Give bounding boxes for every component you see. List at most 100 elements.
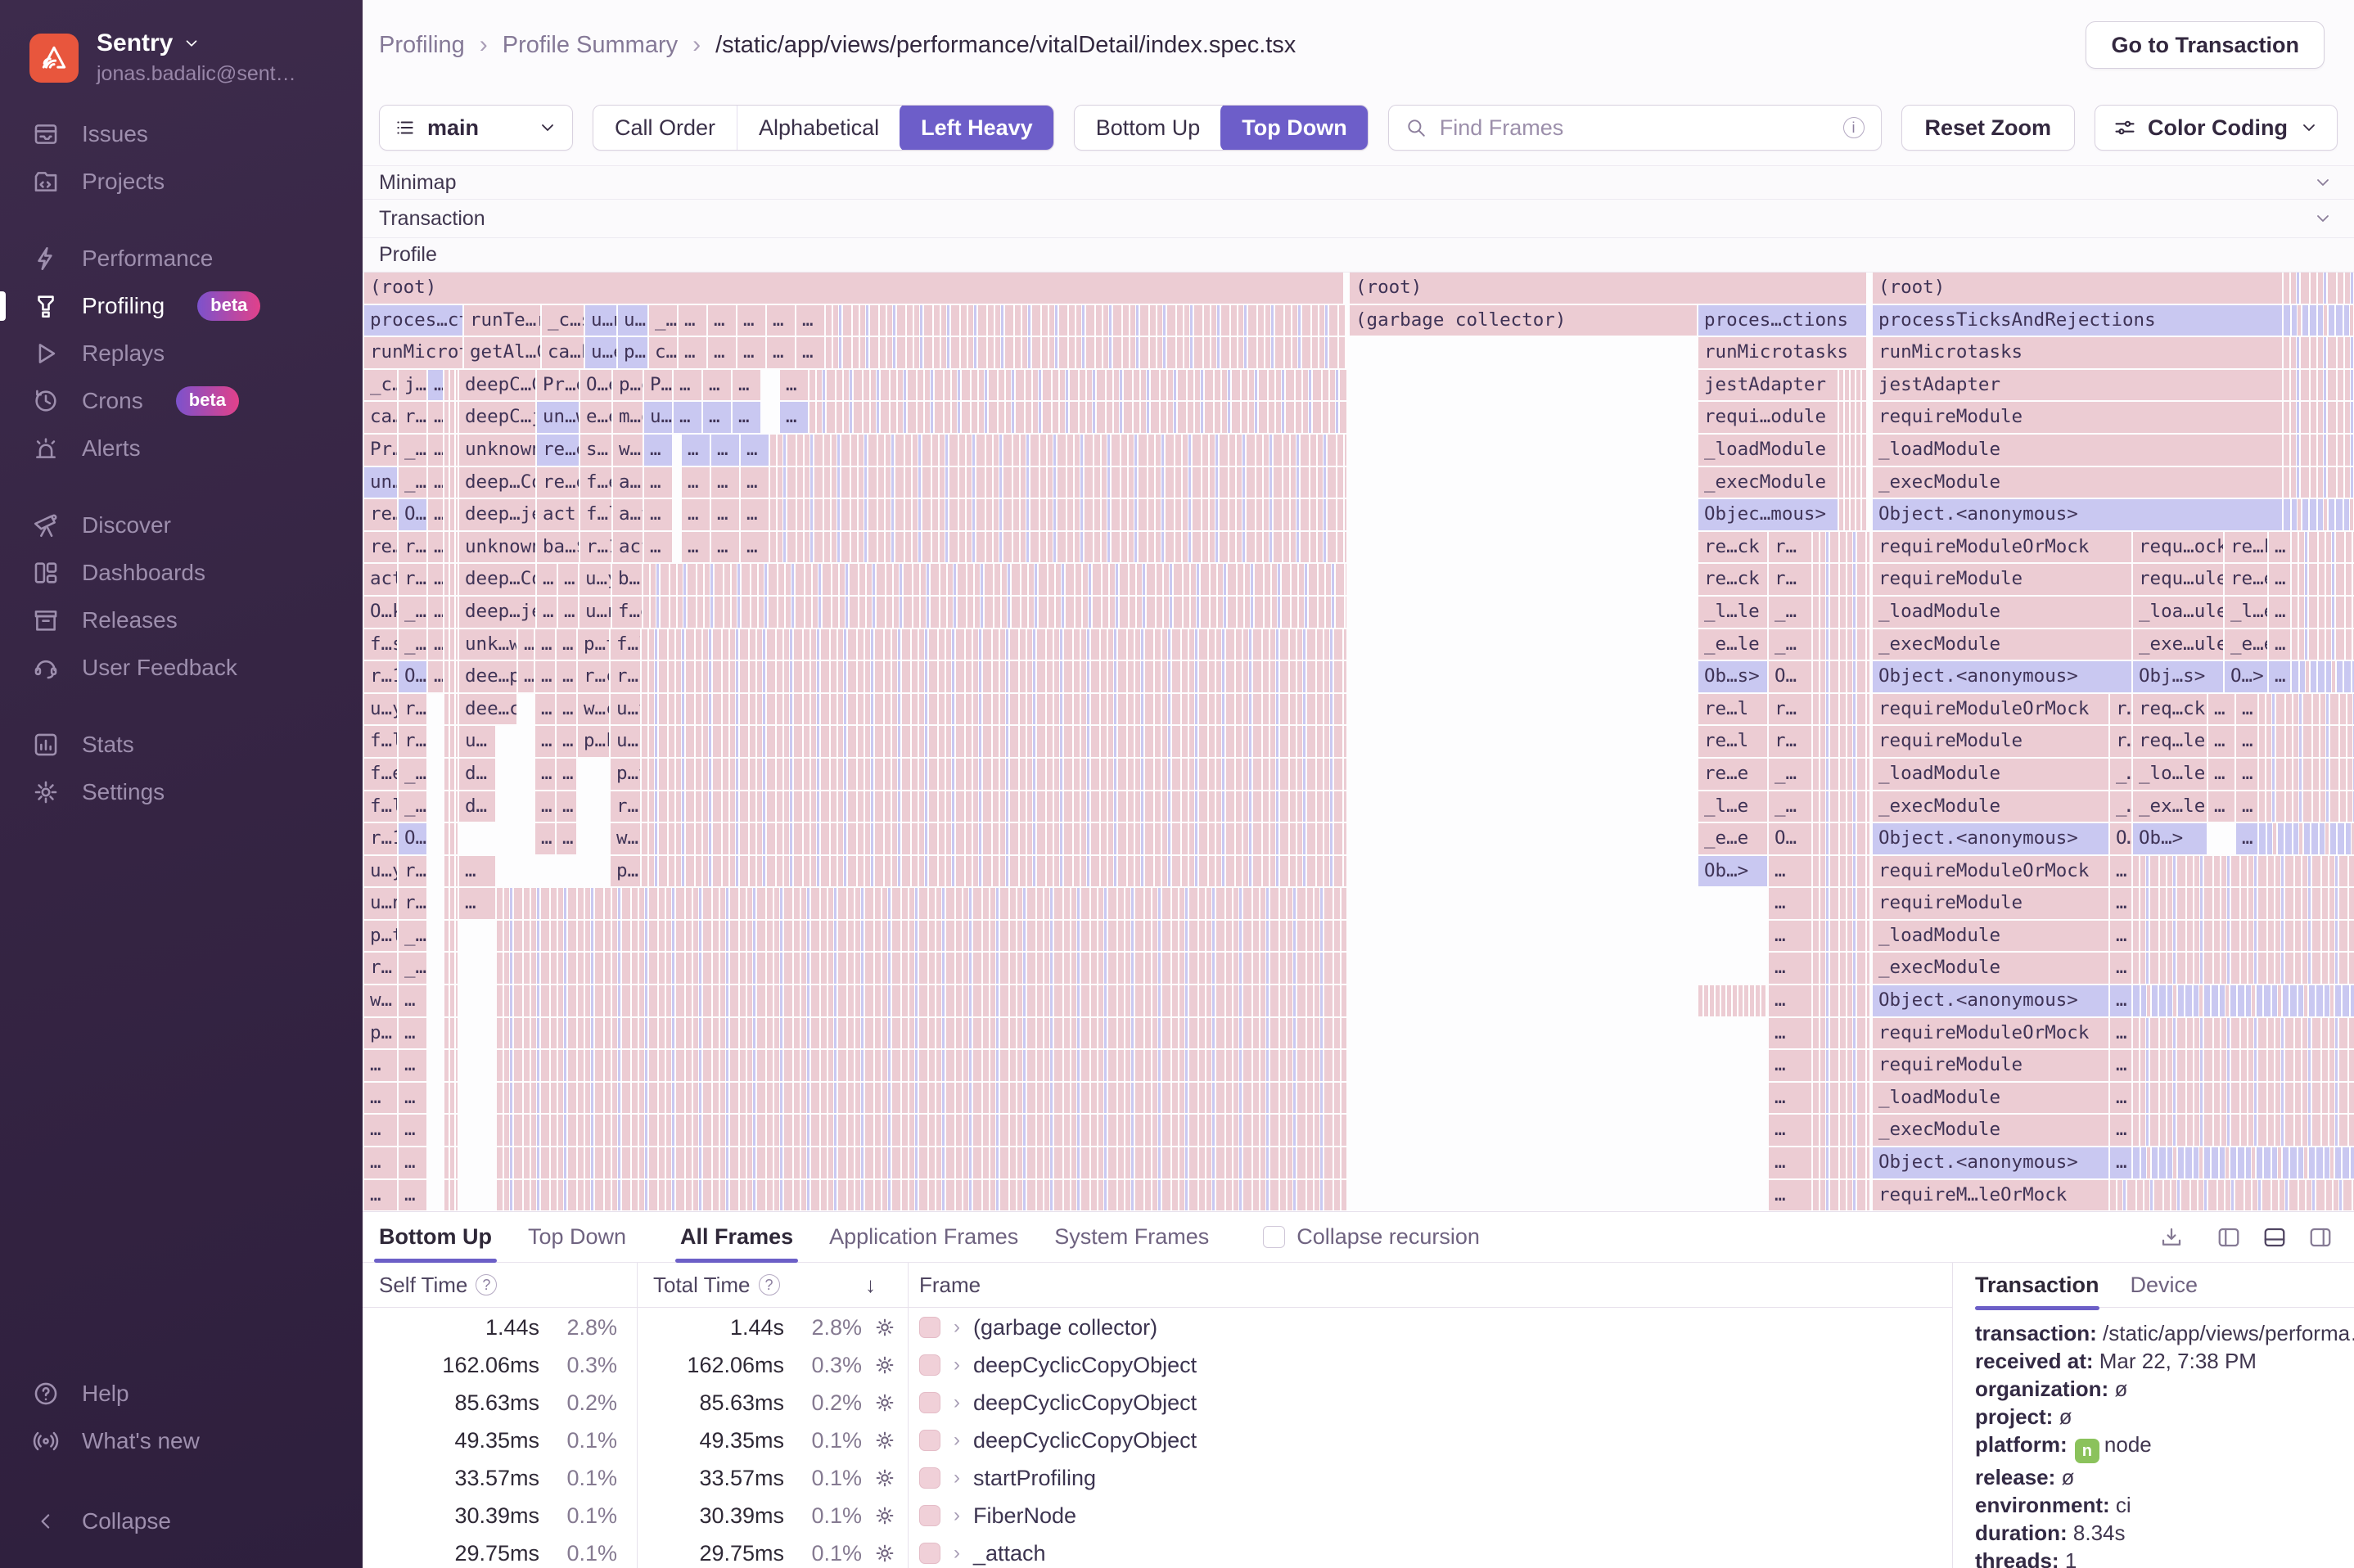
flame-frame[interactable]: u…n <box>611 726 640 757</box>
flame-frame[interactable]: r…c <box>578 661 609 692</box>
flame-frame[interactable]: w… <box>364 985 397 1016</box>
flame-frame[interactable]: _execModule <box>1873 466 2282 498</box>
flame-frame[interactable] <box>809 369 1346 401</box>
flame-frame[interactable]: … <box>1769 920 1811 952</box>
flame-frame[interactable]: dee…ct <box>459 693 516 725</box>
flame-frame[interactable]: unknown <box>459 434 535 466</box>
flame-frame[interactable] <box>1813 1050 1869 1081</box>
sort-arrow-icon[interactable]: ↓ <box>865 1263 898 1308</box>
flame-frame[interactable]: re…k <box>2225 531 2267 563</box>
flame-frame[interactable] <box>770 531 1346 563</box>
flame-frame[interactable]: … <box>2110 888 2131 919</box>
flame-frame[interactable] <box>1813 693 1869 725</box>
flame-frame[interactable]: p…t <box>578 629 609 660</box>
gear-icon[interactable] <box>873 1429 896 1452</box>
flame-frame[interactable]: f…s <box>364 629 397 660</box>
flame-frame[interactable]: act <box>537 499 579 530</box>
flame-frame[interactable]: … <box>767 304 795 336</box>
collapse-recursion-checkbox[interactable] <box>1263 1226 1286 1248</box>
flame-frame[interactable]: … <box>737 304 765 336</box>
sidebar-item-crons[interactable]: Crons beta <box>0 377 363 425</box>
flame-frame[interactable]: r… <box>2110 726 2131 757</box>
sidebar-item-replays[interactable]: Replays <box>0 330 363 377</box>
flame-frame[interactable]: … <box>537 596 557 628</box>
flame-frame[interactable] <box>444 693 458 725</box>
flame-frame[interactable]: … <box>2269 596 2290 628</box>
flame-frame[interactable] <box>1813 823 1869 854</box>
flame-frame[interactable] <box>497 1082 1346 1114</box>
flame-frame[interactable]: … <box>399 1179 426 1211</box>
flame-frame[interactable] <box>642 661 1346 692</box>
flame-frame[interactable]: _execModule <box>1873 629 2131 660</box>
flame-frame[interactable]: O… <box>2110 823 2131 854</box>
flame-frame[interactable]: e…e <box>580 402 611 433</box>
flame-frame[interactable] <box>444 791 458 822</box>
flame-frame[interactable]: r… <box>399 855 426 887</box>
flame-frame[interactable]: _… <box>2110 791 2131 822</box>
flame-frame[interactable] <box>1813 888 1869 919</box>
flame-frame[interactable]: p…t <box>611 758 640 790</box>
flame-frame[interactable] <box>2292 661 2354 692</box>
flame-frame[interactable]: … <box>780 402 808 433</box>
flame-frame[interactable]: un…n <box>364 466 397 498</box>
flame-frame[interactable]: ca…n <box>364 402 397 433</box>
flame-frame[interactable]: _… <box>649 304 677 336</box>
flame-frame[interactable]: act <box>613 531 643 563</box>
expand-chevron-icon[interactable]: › <box>954 1542 960 1565</box>
flame-frame[interactable] <box>642 629 1346 660</box>
flame-frame[interactable] <box>444 1179 458 1211</box>
flame-frame[interactable]: r… <box>1769 726 1811 757</box>
flame-frame[interactable]: … <box>2110 920 2131 952</box>
flame-frame[interactable] <box>2133 1082 2354 1114</box>
flame-frame[interactable]: … <box>459 888 495 919</box>
flame-frame[interactable] <box>642 693 1346 725</box>
flame-frame[interactable] <box>497 1050 1346 1081</box>
flame-frame[interactable]: … <box>1769 1017 1811 1049</box>
flame-frame[interactable]: … <box>399 1050 426 1081</box>
breadcrumb-profiling[interactable]: Profiling <box>379 32 465 59</box>
flame-frame[interactable] <box>2133 888 2354 919</box>
flame-frame[interactable]: … <box>2110 1115 2131 1147</box>
flame-frame[interactable] <box>2284 499 2354 530</box>
sidebar-item-releases[interactable]: Releases <box>0 597 363 644</box>
flame-frame[interactable] <box>444 402 458 433</box>
flame-frame[interactable] <box>2133 1147 2354 1178</box>
flame-frame[interactable]: P… <box>644 369 672 401</box>
flame-frame[interactable]: Pr…d <box>364 434 397 466</box>
expand-chevron-icon[interactable]: › <box>954 1429 960 1452</box>
flame-frame[interactable]: … <box>2269 564 2290 595</box>
flame-frame[interactable]: requireModuleOrMock <box>1873 693 2108 725</box>
flame-frame[interactable]: (root) <box>1350 273 1866 304</box>
flame-frame[interactable]: Objec…mous> <box>1698 499 1838 530</box>
flame-frame[interactable]: _l…e <box>1698 791 1767 822</box>
flame-frame[interactable] <box>2133 855 2354 887</box>
flamegraph[interactable]: (root)proces…ctionsrunTe…rnal_c…stu…nu…n… <box>363 273 2354 1211</box>
flame-frame[interactable] <box>2133 1017 2354 1049</box>
sidebar-item-user-feedback[interactable]: User Feedback <box>0 644 363 692</box>
flame-frame[interactable]: … <box>557 791 576 822</box>
flame-frame[interactable] <box>1813 1082 1869 1114</box>
flame-frame[interactable] <box>642 855 1346 887</box>
flame-frame[interactable] <box>444 629 458 660</box>
flame-frame[interactable] <box>1813 791 1869 822</box>
flame-frame[interactable] <box>1813 1017 1869 1049</box>
flame-frame[interactable] <box>497 1115 1346 1147</box>
flame-frame[interactable]: u…y <box>611 693 640 725</box>
search-input[interactable] <box>1439 115 1822 141</box>
flame-frame[interactable]: _exe…ule <box>2133 629 2223 660</box>
collapse-recursion-toggle[interactable]: Collapse recursion <box>1263 1224 1480 1250</box>
info-icon[interactable]: i <box>1842 117 1865 138</box>
flame-frame[interactable] <box>642 791 1346 822</box>
gear-icon[interactable] <box>873 1354 896 1377</box>
flame-frame[interactable]: … <box>428 369 443 401</box>
layout-right-icon[interactable] <box>2308 1225 2333 1250</box>
flame-frame[interactable]: r…1 <box>580 531 611 563</box>
flame-frame[interactable]: u…y <box>364 693 397 725</box>
flame-frame[interactable]: w…c <box>578 693 609 725</box>
flame-frame[interactable]: re…r <box>364 499 397 530</box>
flame-frame[interactable] <box>1813 629 1869 660</box>
flame-frame[interactable]: runTe…rnal <box>464 304 540 336</box>
flame-frame[interactable] <box>2133 985 2354 1016</box>
flame-frame[interactable]: p… <box>611 855 640 887</box>
self-time-header[interactable]: Self Time? <box>379 1263 625 1308</box>
